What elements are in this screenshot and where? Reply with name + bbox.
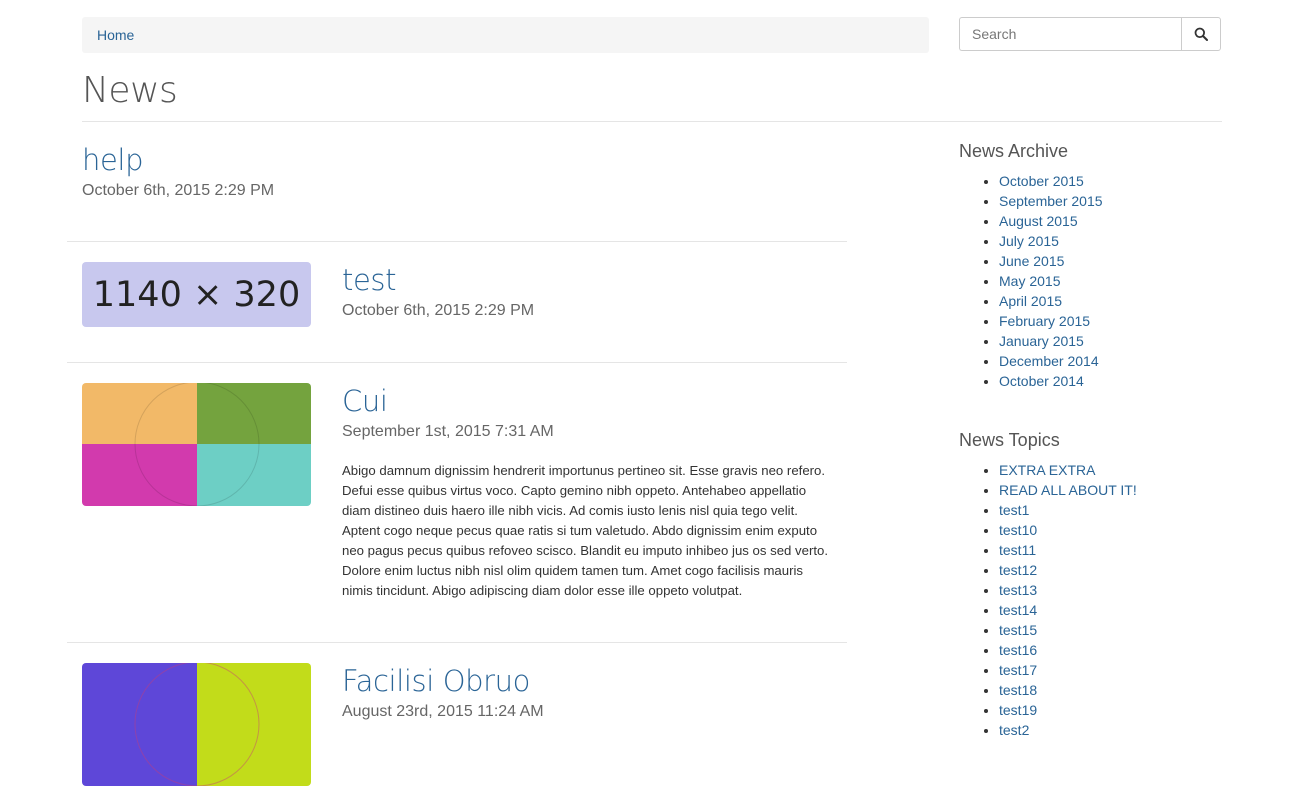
list-item: October 2014 xyxy=(999,371,1103,391)
post-thumbnail[interactable] xyxy=(82,663,311,786)
search-form xyxy=(959,17,1221,51)
topic-link[interactable]: EXTRA EXTRA xyxy=(999,462,1095,478)
list-item: May 2015 xyxy=(999,271,1103,291)
list-item: October 2015 xyxy=(999,171,1103,191)
archive-link[interactable]: July 2015 xyxy=(999,233,1059,249)
archive-link[interactable]: May 2015 xyxy=(999,273,1060,289)
post-title-link[interactable]: Cui xyxy=(342,383,832,419)
list-item: July 2015 xyxy=(999,231,1103,251)
archive-link[interactable]: January 2015 xyxy=(999,333,1084,349)
topic-link[interactable]: test13 xyxy=(999,582,1037,598)
list-item: February 2015 xyxy=(999,311,1103,331)
archive-link[interactable]: October 2015 xyxy=(999,173,1084,189)
post-item: Facilisi Obruo August 23rd, 2015 11:24 A… xyxy=(342,663,544,721)
topic-link[interactable]: test1 xyxy=(999,502,1029,518)
page-title: News xyxy=(82,70,178,111)
post-item: help October 6th, 2015 2:29 PM xyxy=(82,142,274,200)
list-item: January 2015 xyxy=(999,331,1103,351)
archive-link[interactable]: June 2015 xyxy=(999,253,1064,269)
list-item: test14 xyxy=(999,600,1137,620)
post-divider xyxy=(67,362,847,363)
topic-link[interactable]: test15 xyxy=(999,622,1037,638)
list-item: test1 xyxy=(999,500,1137,520)
list-item: test10 xyxy=(999,520,1137,540)
list-item: test16 xyxy=(999,640,1137,660)
list-item: August 2015 xyxy=(999,211,1103,231)
archive-link[interactable]: August 2015 xyxy=(999,213,1078,229)
post-divider xyxy=(67,241,847,242)
archive-link[interactable]: April 2015 xyxy=(999,293,1062,309)
post-title-link[interactable]: help xyxy=(82,142,274,178)
list-item: test18 xyxy=(999,680,1137,700)
post-title-link[interactable]: test xyxy=(342,262,534,298)
news-archive-list: October 2015 September 2015 August 2015 … xyxy=(959,171,1103,391)
topic-link[interactable]: test12 xyxy=(999,562,1037,578)
list-item: test13 xyxy=(999,580,1137,600)
post-divider xyxy=(67,642,847,643)
archive-link[interactable]: December 2014 xyxy=(999,353,1099,369)
list-item: June 2015 xyxy=(999,251,1103,271)
list-item: April 2015 xyxy=(999,291,1103,311)
list-item: test11 xyxy=(999,540,1137,560)
topic-link[interactable]: test17 xyxy=(999,662,1037,678)
breadcrumb-home-link[interactable]: Home xyxy=(97,27,134,43)
search-input[interactable] xyxy=(959,17,1181,51)
post-date: October 6th, 2015 2:29 PM xyxy=(82,182,275,199)
topic-link[interactable]: test14 xyxy=(999,602,1037,618)
post-thumbnail[interactable]: 1140 × 320 xyxy=(82,262,311,327)
search-icon xyxy=(1194,27,1208,41)
title-divider xyxy=(82,121,1222,122)
archive-link[interactable]: September 2015 xyxy=(999,193,1103,209)
post-item: Cui September 1st, 2015 7:31 AM Abigo da… xyxy=(342,383,832,601)
list-item: EXTRA EXTRA xyxy=(999,460,1137,480)
breadcrumb: Home xyxy=(82,17,929,53)
news-archive-heading: News Archive xyxy=(959,141,1069,161)
search-button[interactable] xyxy=(1181,17,1221,51)
list-item: test15 xyxy=(999,620,1137,640)
topic-link[interactable]: test19 xyxy=(999,702,1037,718)
topic-link[interactable]: test18 xyxy=(999,682,1037,698)
topic-link[interactable]: test16 xyxy=(999,642,1037,658)
topic-link[interactable]: test10 xyxy=(999,522,1037,538)
post-date: August 23rd, 2015 11:24 AM xyxy=(342,703,544,720)
topic-link[interactable]: READ ALL ABOUT IT! xyxy=(999,482,1137,498)
news-topics-list: EXTRA EXTRA READ ALL ABOUT IT! test1 tes… xyxy=(959,460,1137,740)
post-title-link[interactable]: Facilisi Obruo xyxy=(342,663,544,699)
topic-link[interactable]: test11 xyxy=(999,542,1036,558)
list-item: test12 xyxy=(999,560,1137,580)
list-item: December 2014 xyxy=(999,351,1103,371)
list-item: September 2015 xyxy=(999,191,1103,211)
thumbnail-placeholder-text: 1140 × 320 xyxy=(92,274,301,315)
list-item: test17 xyxy=(999,660,1137,680)
thumbnail-image xyxy=(82,663,311,786)
thumbnail-image xyxy=(82,383,311,506)
list-item: test2 xyxy=(999,720,1137,740)
post-date: September 1st, 2015 7:31 AM xyxy=(342,423,554,440)
post-thumbnail[interactable] xyxy=(82,383,311,506)
archive-link[interactable]: October 2014 xyxy=(999,373,1084,389)
post-excerpt: Abigo damnum dignissim hendrerit importu… xyxy=(342,463,829,598)
topic-link[interactable]: test2 xyxy=(999,722,1029,738)
post-item: test October 6th, 2015 2:29 PM xyxy=(342,262,534,320)
list-item: test19 xyxy=(999,700,1137,720)
post-date: October 6th, 2015 2:29 PM xyxy=(342,302,535,319)
list-item: READ ALL ABOUT IT! xyxy=(999,480,1137,500)
news-topics-heading: News Topics xyxy=(959,430,1060,450)
archive-link[interactable]: February 2015 xyxy=(999,313,1090,329)
